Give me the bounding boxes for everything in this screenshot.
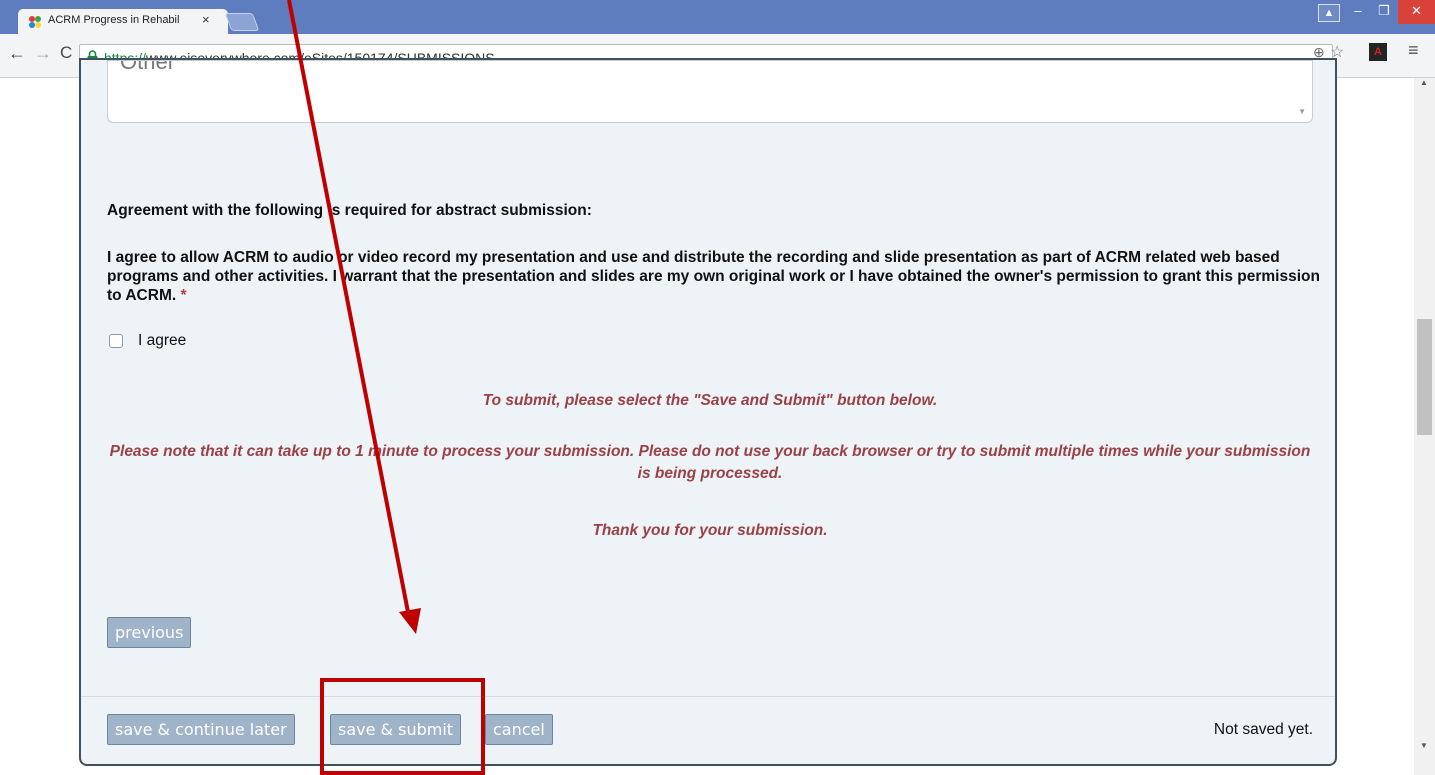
previous-button[interactable]: previous — [107, 617, 192, 648]
agree-checkbox-label[interactable]: I agree — [138, 332, 186, 350]
minimize-button[interactable]: – — [1346, 0, 1370, 24]
scrollbar-thumb[interactable] — [1417, 319, 1432, 435]
processing-notice: Please note that it can take up to 1 min… — [109, 443, 1311, 482]
agreement-statement-text: I agree to allow ACRM to audio or video … — [107, 249, 1320, 304]
submit-instruction: To submit, please select the "Save and S… — [482, 392, 938, 409]
annotation-highlight-box — [320, 678, 485, 775]
other-textarea[interactable]: Other ▼ — [107, 60, 1313, 123]
footer-divider — [81, 696, 1335, 697]
forward-arrow-icon[interactable]: → — [34, 43, 52, 64]
back-arrow-icon[interactable]: ← — [8, 43, 26, 64]
thank-you-message: Thank you for your submission. — [592, 522, 828, 539]
new-tab-button[interactable] — [224, 13, 260, 31]
site-favicon-icon — [29, 16, 41, 28]
agreement-heading: Agreement with the following is required… — [107, 202, 592, 219]
cancel-button[interactable]: cancel — [485, 714, 553, 745]
save-continue-later-button[interactable]: save & continue later — [107, 714, 295, 745]
page-viewport: Other ▼ Agreement with the following is … — [0, 58, 1435, 775]
browser-tab[interactable]: ACRM Progress in Rehabil × — [18, 9, 228, 34]
agree-checkbox[interactable] — [109, 334, 123, 348]
pdf-extension-icon[interactable]: A — [1369, 43, 1387, 61]
reload-icon[interactable]: C — [60, 43, 72, 63]
maximize-button[interactable]: ❐ — [1372, 0, 1396, 24]
scroll-down-icon[interactable]: ▼ — [1420, 741, 1428, 750]
agreement-statement: I agree to allow ACRM to audio or video … — [107, 248, 1322, 305]
page-scrollbar[interactable]: ▲ ▼ — [1414, 78, 1435, 775]
textarea-scroll-down-icon[interactable]: ▼ — [1298, 107, 1306, 116]
user-profile-icon[interactable]: ▲ — [1318, 4, 1340, 22]
tab-title: ACRM Progress in Rehabil — [48, 14, 180, 26]
scroll-up-icon[interactable]: ▲ — [1420, 78, 1428, 87]
close-window-button[interactable]: ✕ — [1398, 0, 1435, 24]
chrome-menu-icon[interactable]: ≡ — [1408, 40, 1419, 61]
browser-window: ACRM Progress in Rehabil × ▲ – ❐ ✕ ← → C… — [0, 0, 1435, 775]
save-status: Not saved yet. — [1213, 721, 1313, 738]
textarea-value: Other — [120, 60, 176, 74]
required-asterisk: * — [180, 287, 187, 304]
tab-strip: ACRM Progress in Rehabil × ▲ – ❐ ✕ — [0, 0, 1435, 34]
tab-close-icon[interactable]: × — [202, 12, 210, 27]
submission-form-card: Other ▼ Agreement with the following is … — [79, 58, 1337, 766]
